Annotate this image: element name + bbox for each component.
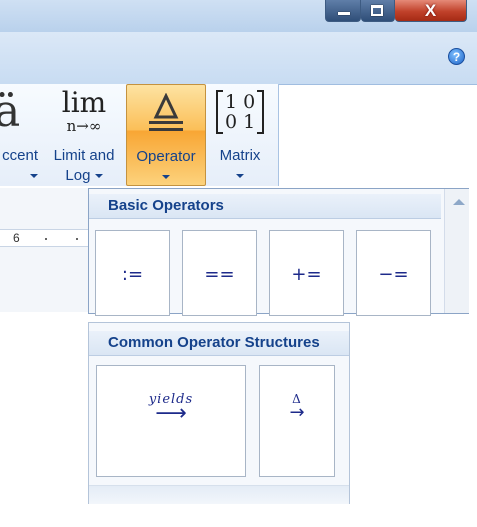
operator-button[interactable]: Operator (126, 84, 206, 186)
limit-icon: lim n→∞ (61, 86, 107, 135)
document-ruler: 6 (0, 188, 92, 312)
minimize-icon (338, 12, 350, 15)
operator-tile[interactable]: −= (356, 230, 431, 316)
structure-tile[interactable]: yields ⟶ (96, 365, 246, 477)
chevron-down-icon (162, 175, 170, 180)
gallery-scrollbar[interactable] (444, 189, 469, 313)
scroll-up-icon[interactable] (453, 199, 465, 205)
gallery-footer (89, 485, 349, 504)
limit-and-log-label: Limit and Log (53, 147, 115, 184)
basic-operators-heading: Basic Operators (89, 194, 441, 219)
operator-tile[interactable]: == (182, 230, 257, 316)
accent-label: ccent (0, 146, 42, 186)
accent-icon: ä (0, 86, 21, 137)
close-button[interactable]: X (395, 0, 467, 22)
restore-icon (371, 5, 383, 16)
ribbon-structures-group: ä ccent lim n→∞ Limit and Log Operator 10… (0, 84, 279, 186)
operator-tile[interactable]: := (95, 230, 170, 316)
chevron-down-icon (94, 174, 103, 179)
operator-icon (149, 93, 183, 131)
ribbon-tab-strip: ? (0, 32, 477, 85)
limit-and-log-button[interactable]: lim n→∞ Limit and Log (44, 84, 124, 186)
ruler-tick (76, 238, 78, 240)
operator-tile[interactable]: += (269, 230, 344, 316)
matrix-label: Matrix (208, 146, 272, 186)
common-operator-structures-heading: Common Operator Structures (89, 331, 349, 356)
matrix-button[interactable]: 10 01 Matrix (208, 84, 272, 186)
structure-tile[interactable]: Δ → (259, 365, 335, 477)
chevron-down-icon (30, 174, 38, 179)
operator-label: Operator (127, 147, 205, 187)
accent-button[interactable]: ä ccent (0, 84, 42, 186)
basic-operators-gallery: Basic Operators := == += −= (88, 188, 469, 316)
restore-button[interactable] (361, 0, 395, 22)
window-title-bar: X (0, 0, 477, 33)
common-operator-structures-gallery: Common Operator Structures yields ⟶ Δ → (88, 322, 350, 504)
close-icon: X (424, 1, 437, 20)
matrix-icon: 10 01 (216, 90, 264, 134)
chevron-down-icon (236, 174, 244, 179)
ruler-tick (45, 238, 47, 240)
minimize-button[interactable] (325, 0, 361, 22)
ruler-number: 6 (13, 231, 20, 245)
help-icon[interactable]: ? (448, 48, 465, 65)
